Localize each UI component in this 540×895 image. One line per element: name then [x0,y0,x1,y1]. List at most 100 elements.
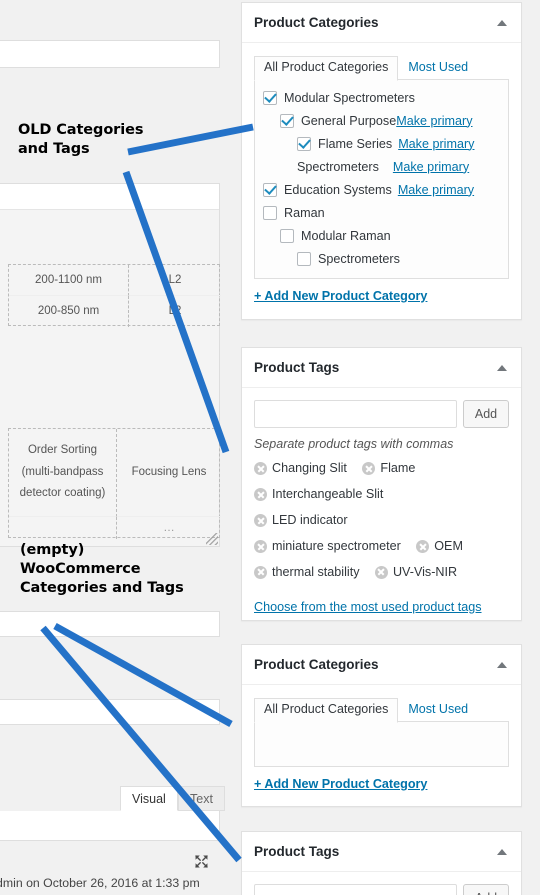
editor-mode-tabs: Visual Text [120,786,225,812]
tab-visual[interactable]: Visual [120,786,178,811]
category-item[interactable]: Raman [263,201,500,224]
table-cell: Order Sorting (multi-bandpass detector c… [9,429,117,517]
new-tag-input[interactable] [254,884,457,895]
tag-label: Flame [380,461,416,476]
checkbox-checked-icon[interactable] [280,113,294,128]
category-item[interactable]: Spectrometers [263,247,500,270]
woo-tags-empty-field[interactable] [0,699,220,725]
tab-most-used[interactable]: Most Used [398,698,478,723]
metabox-header[interactable]: Product Categories [242,3,521,43]
editor-resize-grip[interactable] [206,533,218,545]
tag-chip: UV-Vis-NIR [374,562,457,582]
category-item[interactable]: Spectrometers Make primary [263,155,500,178]
metabox-body: All Product Categories Most Used Modular… [242,43,521,319]
tag-chip: Changing Slit [254,458,347,478]
tab-all-product-categories[interactable]: All Product Categories [254,698,399,723]
remove-tag-icon[interactable] [254,539,267,553]
checkbox-unchecked-icon[interactable] [297,251,311,266]
tag-chip: Interchangeable Slit [254,484,383,504]
category-label: Spectrometers [297,159,379,174]
remove-tag-icon[interactable] [416,539,430,553]
add-tag-button[interactable]: Add [463,884,509,895]
tag-label: OEM [434,539,463,554]
tag-row: Interchangeable Slit [254,484,509,510]
add-new-product-category-link[interactable]: + Add New Product Category [254,289,427,303]
remove-tag-icon[interactable] [254,565,267,579]
category-item[interactable]: General Purpose Make primary [263,109,500,132]
chevron-up-icon[interactable] [497,364,507,371]
spec-table-top: 200-1100 nm L2 200-850 nm L2 [8,264,221,327]
table-cell: 200-850 nm [9,296,129,327]
editor-toolbar-row [0,184,219,210]
chevron-up-icon[interactable] [497,848,507,855]
tag-hint-text: Separate product tags with commas [254,437,454,451]
make-primary-link[interactable]: Make primary [398,137,474,151]
tag-entry-row: Add [254,400,509,428]
remove-tag-icon[interactable] [254,462,267,475]
annotation-empty-woocommerce: (empty) WooCommerce Categories and Tags [20,542,184,597]
annotation-old-categories: OLD Categories and Tags [18,122,144,158]
tab-most-used[interactable]: Most Used [398,56,478,81]
fullscreen-expand-icon[interactable] [193,853,210,870]
metabox-title: Product Tags [254,844,340,859]
metabox-title: Product Categories [254,15,379,30]
remove-tag-icon[interactable] [254,487,267,501]
chevron-up-icon[interactable] [497,661,507,668]
woo-categories-empty-field[interactable] [0,611,220,637]
category-label: Spectrometers [318,251,400,266]
category-item[interactable]: Modular Spectrometers [263,86,500,109]
checkbox-unchecked-icon[interactable] [263,205,277,220]
tag-label: Changing Slit [272,461,347,476]
make-primary-link[interactable]: Make primary [398,183,474,197]
tab-all-product-categories[interactable]: All Product Categories [254,56,399,81]
screenshot-root: 200-1100 nm L2 200-850 nm L2 Order Sorti… [0,0,540,895]
checkbox-unchecked-icon[interactable] [280,228,294,243]
tag-entry-row: Add [254,884,509,895]
metabox-title: Product Tags [254,360,340,375]
category-checklist-empty[interactable] [254,721,509,767]
choose-most-used-tags-link[interactable]: Choose from the most used product tags [254,600,482,614]
make-primary-link[interactable]: Make primary [393,160,469,174]
tag-row: thermal stability UV-Vis-NIR [254,562,509,588]
category-label: Raman [284,205,325,220]
new-tag-input[interactable] [254,400,457,428]
add-tag-button[interactable]: Add [463,400,509,428]
tag-label: miniature spectrometer [272,539,401,554]
tag-chip: miniature spectrometer [254,536,401,556]
table-cell: L2 [129,265,221,296]
tag-list: Changing Slit Flame Interchangeable Slit [254,458,509,588]
checkbox-checked-icon[interactable] [297,136,311,151]
checkbox-checked-icon[interactable] [263,182,277,197]
category-label: Modular Raman [301,228,391,243]
tab-text[interactable]: Text [178,786,225,811]
tag-chip: LED indicator [254,510,348,530]
remove-tag-icon[interactable] [254,513,267,527]
category-item[interactable]: Flame Series Make primary [263,132,500,155]
add-new-product-category-link[interactable]: + Add New Product Category [254,777,427,791]
metabox-body: Add [242,872,521,895]
make-primary-link[interactable]: Make primary [396,114,472,128]
metabox-header[interactable]: Product Tags [242,832,521,872]
category-item[interactable]: Modular Raman [263,224,500,247]
metabox-product-categories-old: Product Categories All Product Categorie… [241,2,522,320]
category-item[interactable]: Education Systems Make primary [263,178,500,201]
metabox-header[interactable]: Product Categories [242,645,521,685]
remove-tag-icon[interactable] [374,565,388,579]
editor-field-top[interactable] [0,40,220,68]
tag-chip: OEM [416,536,463,556]
tag-row: miniature spectrometer OEM [254,536,509,562]
checkbox-checked-icon[interactable] [263,90,277,105]
tag-row: LED indicator [254,510,509,536]
chevron-up-icon[interactable] [497,19,507,26]
metabox-header[interactable]: Product Tags [242,348,521,388]
remove-tag-icon[interactable] [362,462,376,475]
metabox-product-tags-old: Product Tags Add Separate product tags w… [241,347,522,621]
publish-footer-text: dmin on October 26, 2016 at 1:33 pm [0,876,200,890]
category-checklist[interactable]: Modular Spectrometers General Purpose Ma… [254,79,509,279]
table-cell: 200-1100 nm [9,265,129,296]
category-tabs: All Product Categories Most Used [254,55,509,81]
tag-label: thermal stability [272,564,360,579]
editor-lower-body[interactable] [0,811,220,841]
tag-row: Changing Slit Flame [254,458,509,484]
category-label: General Purpose [301,113,397,128]
